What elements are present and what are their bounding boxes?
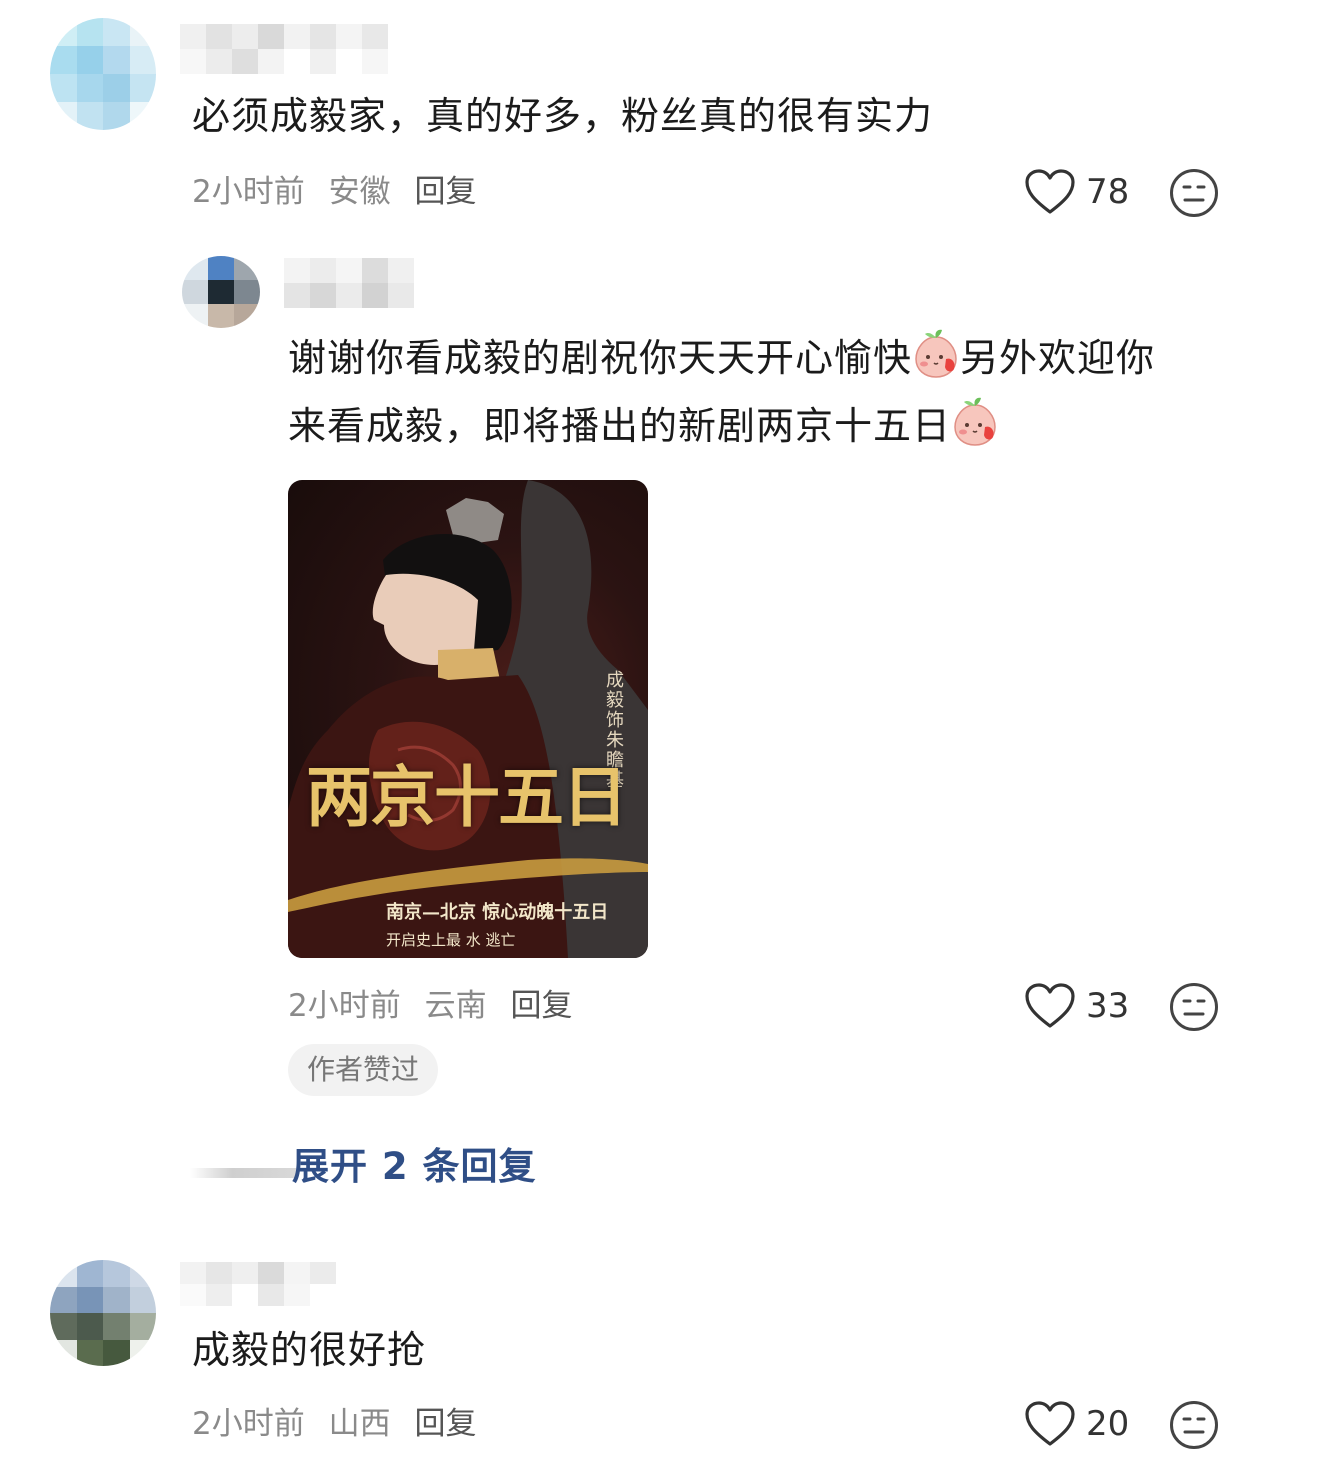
comment-image-poster[interactable]: 成毅饰朱瞻基 两京十五日 南京—北京 惊心动魄十五日 开启史上最 水 逃亡 (288, 480, 648, 958)
comment-meta: 2小时前 云南 回复 (288, 986, 586, 1026)
poster-tagline: 开启史上最 水 逃亡 (386, 931, 516, 949)
reply-button[interactable]: 回复 (414, 1406, 476, 1442)
comment-meta: 2小时前 山西 回复 (192, 1404, 490, 1444)
username-blurred[interactable] (180, 24, 388, 74)
heart-outline-icon (1025, 983, 1075, 1028)
comment-text-line: 谢谢你看成毅的剧祝你天天开心愉快 (288, 336, 913, 380)
reply-button[interactable]: 回复 (414, 174, 476, 210)
like-count: 33 (1086, 986, 1130, 1026)
comment-text: 必须成毅家，真的好多，粉丝真的很有实力 (192, 94, 934, 138)
comment-time: 2小时前 (192, 1406, 305, 1442)
comment-location: 山西 (328, 1406, 391, 1442)
blushing-peach-emoji (954, 397, 996, 446)
like-count: 20 (1086, 1404, 1130, 1444)
comment-meta: 2小时前 安徽 回复 (192, 172, 490, 212)
comment-location: 安徽 (328, 174, 391, 210)
like-button[interactable]: 78 (1024, 164, 1129, 220)
comment-location: 云南 (424, 988, 487, 1024)
comment-text-line: 来看成毅，即将播出的新剧两京十五日 (288, 404, 952, 448)
username-blurred[interactable] (284, 258, 414, 308)
avatar[interactable] (182, 256, 260, 328)
heart-outline-icon (1025, 1401, 1075, 1446)
neutral-face-icon[interactable] (1169, 168, 1219, 218)
avatar[interactable] (50, 18, 156, 130)
comment-text: 成毅的很好抢 (192, 1328, 427, 1372)
comment-text-line: 另外欢迎你 (960, 336, 1156, 380)
expand-replies-link[interactable]: 展开 2 条回复 (292, 1136, 537, 1190)
comment-time: 2小时前 (288, 988, 401, 1024)
reply-button[interactable]: 回复 (510, 988, 572, 1024)
poster-figures (288, 480, 648, 958)
blushing-peach-emoji (915, 329, 957, 378)
expand-divider (190, 1168, 296, 1178)
author-liked-badge: 作者赞过 (288, 1044, 439, 1096)
poster-tagline: 南京—北京 惊心动魄十五日 (386, 902, 609, 923)
poster-title: 两京十五日 (306, 758, 628, 836)
avatar[interactable] (50, 1260, 156, 1366)
heart-outline-icon (1025, 169, 1075, 214)
neutral-face-icon[interactable] (1169, 982, 1219, 1032)
comment-time: 2小时前 (192, 174, 305, 210)
like-button[interactable]: 33 (1024, 978, 1129, 1034)
username-blurred[interactable] (180, 1262, 336, 1306)
like-button[interactable]: 20 (1024, 1396, 1129, 1452)
like-count: 78 (1086, 172, 1130, 212)
neutral-face-icon[interactable] (1169, 1400, 1219, 1450)
comment-text: 谢谢你看成毅的剧祝你天天开心愉快 另外欢迎你 来看成毅，即将播出的新剧两京十五日 (288, 326, 1248, 458)
